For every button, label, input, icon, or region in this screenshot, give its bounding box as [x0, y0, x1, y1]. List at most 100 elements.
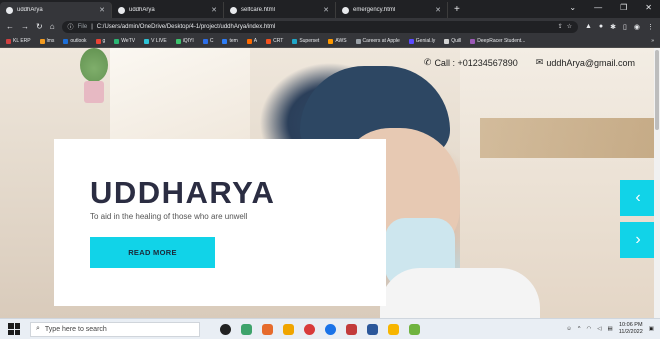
chrome-icon[interactable]: [304, 323, 315, 335]
sticky-icon[interactable]: [388, 323, 399, 335]
bookmark-item[interactable]: WeTV: [114, 38, 135, 44]
bookmark-item[interactable]: iQIYI: [175, 38, 194, 44]
scrollbar-thumb[interactable]: [655, 50, 659, 130]
hero-card: UDDHARYA To aid in the healing of those …: [54, 139, 386, 306]
puzzle-extensions-icon[interactable]: ✱: [610, 23, 616, 31]
home-icon[interactable]: ⌂: [50, 22, 55, 31]
bookmark-item[interactable]: outlook: [63, 38, 87, 44]
bookmark-item[interactable]: Quill: [444, 38, 461, 44]
bookmark-item[interactable]: tem: [222, 38, 238, 44]
app-icon[interactable]: [409, 323, 420, 335]
bookmark-label: KL ERP: [13, 38, 31, 44]
chevron-up-icon[interactable]: ^: [578, 326, 581, 332]
people-icon[interactable]: ☺: [566, 326, 572, 332]
taskbar-search-input[interactable]: ⌕ Type here to search: [30, 321, 200, 337]
taskbar-clock[interactable]: 10:06 PM 11/2/2022: [619, 322, 643, 336]
chrome-tab-favicon-icon: [230, 6, 237, 14]
bookmark-item[interactable]: CRT: [266, 38, 283, 44]
contact-phone[interactable]: ✆ Call : +01234567890: [424, 57, 518, 68]
bookmark-item[interactable]: DeepRacer Student...: [470, 38, 525, 44]
info-icon[interactable]: ⓘ: [68, 22, 74, 31]
bookmark-favicon-icon: [408, 38, 414, 44]
bookmark-item[interactable]: AWS: [328, 38, 347, 44]
plant-pot: [84, 81, 104, 103]
volume-icon[interactable]: ◁: [597, 326, 601, 332]
word-icon[interactable]: [367, 323, 378, 335]
forward-arrow-icon[interactable]: →: [21, 22, 29, 31]
bookmark-label: Careers at Apple: [362, 38, 400, 44]
bookmark-item[interactable]: A: [246, 38, 257, 44]
tab-emergency[interactable]: emergency.html ✕: [336, 2, 448, 18]
mail-icon: ✉: [535, 57, 544, 67]
menu-dots-icon[interactable]: ⋮: [647, 23, 654, 31]
phone-icon: ✆: [423, 57, 432, 67]
tab-close-icon[interactable]: ✕: [99, 6, 105, 14]
bookmark-label: Genial.ly: [415, 38, 436, 44]
close-window-icon[interactable]: ✕: [645, 3, 652, 12]
url-text[interactable]: C:/Users/admin/OneDrive/Desktop/4-1/proj…: [97, 24, 275, 30]
bookmark-favicon-icon: [444, 38, 450, 44]
bookmark-label: lms: [46, 38, 55, 44]
restore-icon[interactable]: ❐: [620, 3, 627, 12]
tab-close-icon[interactable]: ✕: [323, 6, 329, 14]
notification-icon[interactable]: ▣: [649, 326, 654, 332]
page-scrollbar[interactable]: [654, 48, 660, 318]
network-icon[interactable]: ◠: [586, 326, 591, 332]
task-view-icon[interactable]: [220, 323, 231, 335]
bookmark-item[interactable]: Genial.ly: [408, 38, 436, 44]
bookmark-favicon-icon: [39, 38, 45, 44]
star-bookmark-icon[interactable]: ☆: [567, 23, 572, 30]
bookmark-favicon-icon: [470, 38, 476, 44]
keyboard-icon[interactable]: ▤: [608, 326, 613, 332]
bookmark-item[interactable]: C: [202, 38, 214, 44]
extension-icon[interactable]: ▲: [585, 23, 592, 31]
bookmark-item[interactable]: V LIVE: [144, 38, 167, 44]
carousel-prev-button[interactable]: ‹: [620, 180, 656, 216]
minimize-icon[interactable]: —: [594, 3, 602, 12]
bookmark-label: CRT: [273, 38, 284, 44]
bookmark-item[interactable]: lms: [39, 38, 55, 44]
tab-close-icon[interactable]: ✕: [211, 6, 217, 14]
app-icon[interactable]: [283, 323, 294, 335]
window-controls: ⌄ — ❐ ✕: [569, 3, 652, 12]
bookmark-label: Superset: [299, 38, 320, 44]
extension-icon[interactable]: ●: [599, 23, 603, 31]
bookmark-favicon-icon: [292, 38, 298, 44]
bookmark-label: C: [209, 38, 214, 44]
reload-icon[interactable]: ↻: [36, 22, 43, 31]
bookmark-favicon-icon: [175, 38, 181, 44]
clock-time: 10:06 PM: [618, 322, 643, 328]
tab-uddharya-2[interactable]: uddhArya ✕: [112, 2, 224, 18]
back-arrow-icon[interactable]: ←: [6, 22, 14, 31]
profile-avatar-icon[interactable]: ◉: [634, 23, 640, 31]
screen: uddhArya ✕ uddhArya ✕ selfcare.html ✕ em…: [0, 0, 660, 339]
app-icon[interactable]: [262, 323, 273, 335]
webpage-viewport: ✆ Call : +01234567890 ✉ uddhArya@gmail.c…: [0, 48, 660, 318]
bookmark-item[interactable]: Careers at Apple: [355, 38, 400, 44]
bookmark-item[interactable]: Superset: [292, 38, 319, 44]
tab-close-icon[interactable]: ✕: [435, 6, 441, 14]
share-icon[interactable]: ⇪: [558, 23, 563, 30]
bookmark-favicon-icon: [222, 38, 228, 44]
windows-start-icon[interactable]: [8, 323, 20, 335]
carousel-next-button[interactable]: ›: [620, 222, 656, 258]
tab-uddharya-1[interactable]: uddhArya ✕: [0, 2, 112, 18]
bookmarks-overflow-button[interactable]: »: [651, 38, 654, 44]
app-icon[interactable]: [325, 323, 336, 335]
bookmark-item[interactable]: g: [95, 38, 106, 44]
contact-email[interactable]: ✉ uddhArya@gmail.com: [536, 57, 635, 68]
bookmark-item[interactable]: KL ERP: [6, 38, 31, 44]
bookmark-label: g: [102, 38, 106, 44]
new-tab-button[interactable]: +: [454, 2, 460, 18]
bookmark-favicon-icon: [6, 38, 11, 44]
chevron-down-icon[interactable]: ⌄: [569, 3, 576, 12]
tab-selfcare[interactable]: selfcare.html ✕: [224, 2, 336, 18]
read-more-button[interactable]: READ MORE: [90, 237, 215, 268]
app-icon[interactable]: [346, 323, 357, 335]
address-bar[interactable]: ⓘ File | C:/Users/admin/OneDrive/Desktop…: [61, 20, 578, 33]
tab-label: emergency.html: [353, 7, 396, 13]
side-panel-icon[interactable]: ▯: [623, 23, 627, 31]
app-icon[interactable]: [241, 323, 252, 335]
windows-taskbar: ⌕ Type here to search ☺ ^ ◠ ◁ ▤ 10:06 PM…: [0, 318, 660, 339]
bookmark-favicon-icon: [114, 38, 120, 44]
